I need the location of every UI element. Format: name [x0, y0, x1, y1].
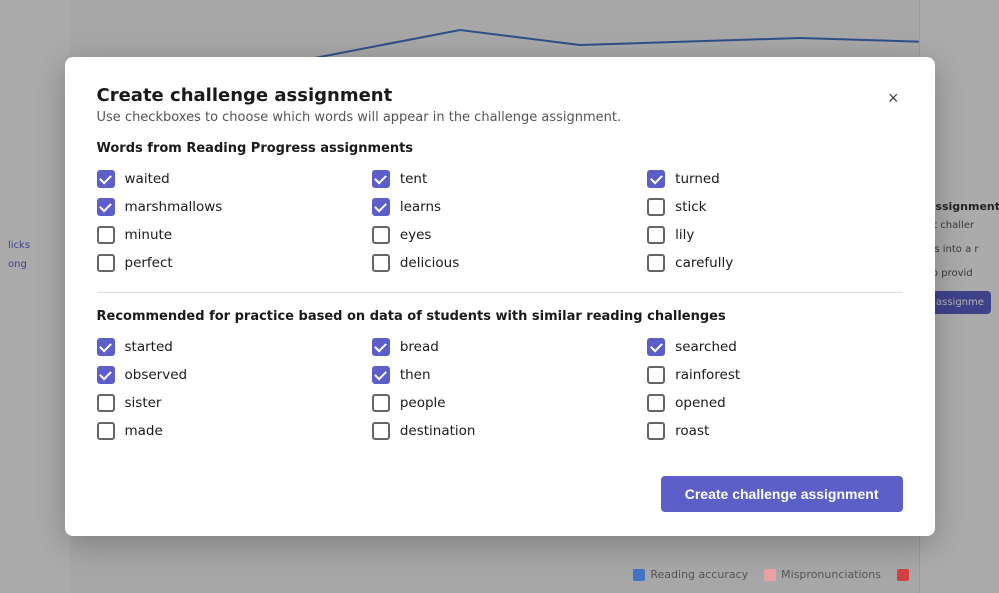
section2-words-grid: started bread searched observed then rainfore… [97, 338, 903, 440]
word-item: delicious [372, 254, 627, 272]
word-item: made [97, 422, 352, 440]
section-divider [97, 292, 903, 293]
checkbox-bread[interactable] [372, 338, 390, 356]
word-label: destination [400, 423, 476, 439]
word-label: sister [125, 395, 162, 411]
word-label: searched [675, 339, 737, 355]
modal-title: Create challenge assignment [97, 85, 622, 106]
checkbox-waited[interactable] [97, 170, 115, 188]
word-label: rainforest [675, 367, 740, 383]
word-label: started [125, 339, 173, 355]
word-item: people [372, 394, 627, 412]
word-label: turned [675, 171, 720, 187]
legend-item-other [897, 569, 909, 581]
word-label: delicious [400, 255, 459, 271]
legend-label-accuracy: Reading accuracy [650, 568, 748, 581]
checkbox-tent[interactable] [372, 170, 390, 188]
word-item: bread [372, 338, 627, 356]
word-label: perfect [125, 255, 173, 271]
word-item: learns [372, 198, 627, 216]
checkbox-turned[interactable] [647, 170, 665, 188]
checkbox-roast[interactable] [647, 422, 665, 440]
legend-label-mispronunciations: Mispronunciations [781, 568, 881, 581]
checkbox-stick[interactable] [647, 198, 665, 216]
word-item: waited [97, 170, 352, 188]
modal-header: Create challenge assignment Use checkbox… [97, 85, 903, 125]
word-item: minute [97, 226, 352, 244]
word-label: carefully [675, 255, 733, 271]
word-label: observed [125, 367, 188, 383]
checkbox-delicious[interactable] [372, 254, 390, 272]
legend-dot-mispronunciations [764, 569, 776, 581]
modal-dialog: Create challenge assignment Use checkbox… [65, 57, 935, 536]
legend-bar: Reading accuracy Mispronunciations [633, 568, 909, 581]
word-label: minute [125, 227, 173, 243]
word-label: marshmallows [125, 199, 223, 215]
legend-item-accuracy: Reading accuracy [633, 568, 748, 581]
word-label: people [400, 395, 446, 411]
modal-subtitle: Use checkboxes to choose which words wil… [97, 110, 622, 125]
word-item: observed [97, 366, 352, 384]
checkbox-rainforest[interactable] [647, 366, 665, 384]
word-item: lily [647, 226, 902, 244]
legend-item-mispronunciations: Mispronunciations [764, 568, 881, 581]
checkbox-sister[interactable] [97, 394, 115, 412]
word-label: bread [400, 339, 439, 355]
legend-dot-accuracy [633, 569, 645, 581]
create-challenge-button[interactable]: Create challenge assignment [661, 476, 903, 512]
checkbox-people[interactable] [372, 394, 390, 412]
checkbox-minute[interactable] [97, 226, 115, 244]
word-item: turned [647, 170, 902, 188]
modal-overlay: Create challenge assignment Use checkbox… [0, 0, 999, 593]
word-item: destination [372, 422, 627, 440]
checkbox-searched[interactable] [647, 338, 665, 356]
word-item: stick [647, 198, 902, 216]
word-label: lily [675, 227, 694, 243]
modal-header-text: Create challenge assignment Use checkbox… [97, 85, 622, 125]
word-label: stick [675, 199, 706, 215]
word-item: tent [372, 170, 627, 188]
section1-title: Words from Reading Progress assignments [97, 141, 903, 156]
checkbox-carefully[interactable] [647, 254, 665, 272]
checkbox-lily[interactable] [647, 226, 665, 244]
section2-title: Recommended for practice based on data o… [97, 309, 903, 324]
checkbox-opened[interactable] [647, 394, 665, 412]
checkbox-eyes[interactable] [372, 226, 390, 244]
word-label: tent [400, 171, 427, 187]
checkbox-made[interactable] [97, 422, 115, 440]
word-item: opened [647, 394, 902, 412]
close-button[interactable]: × [884, 85, 903, 111]
word-label: waited [125, 171, 170, 187]
word-item: eyes [372, 226, 627, 244]
word-item: perfect [97, 254, 352, 272]
word-item: rainforest [647, 366, 902, 384]
checkbox-marshmallows[interactable] [97, 198, 115, 216]
checkbox-then[interactable] [372, 366, 390, 384]
section1-words-grid: waited tent turned marshmallows learns stick m… [97, 170, 903, 272]
checkbox-started[interactable] [97, 338, 115, 356]
word-item: then [372, 366, 627, 384]
checkbox-destination[interactable] [372, 422, 390, 440]
checkbox-observed[interactable] [97, 366, 115, 384]
word-item: searched [647, 338, 902, 356]
word-label: learns [400, 199, 441, 215]
checkbox-perfect[interactable] [97, 254, 115, 272]
word-item: roast [647, 422, 902, 440]
modal-footer: Create challenge assignment [97, 460, 903, 512]
legend-dot-other [897, 569, 909, 581]
word-item: started [97, 338, 352, 356]
word-item: carefully [647, 254, 902, 272]
word-label: made [125, 423, 163, 439]
word-label: roast [675, 423, 709, 439]
checkbox-learns[interactable] [372, 198, 390, 216]
word-label: opened [675, 395, 726, 411]
word-item: marshmallows [97, 198, 352, 216]
word-item: sister [97, 394, 352, 412]
word-label: then [400, 367, 431, 383]
word-label: eyes [400, 227, 432, 243]
